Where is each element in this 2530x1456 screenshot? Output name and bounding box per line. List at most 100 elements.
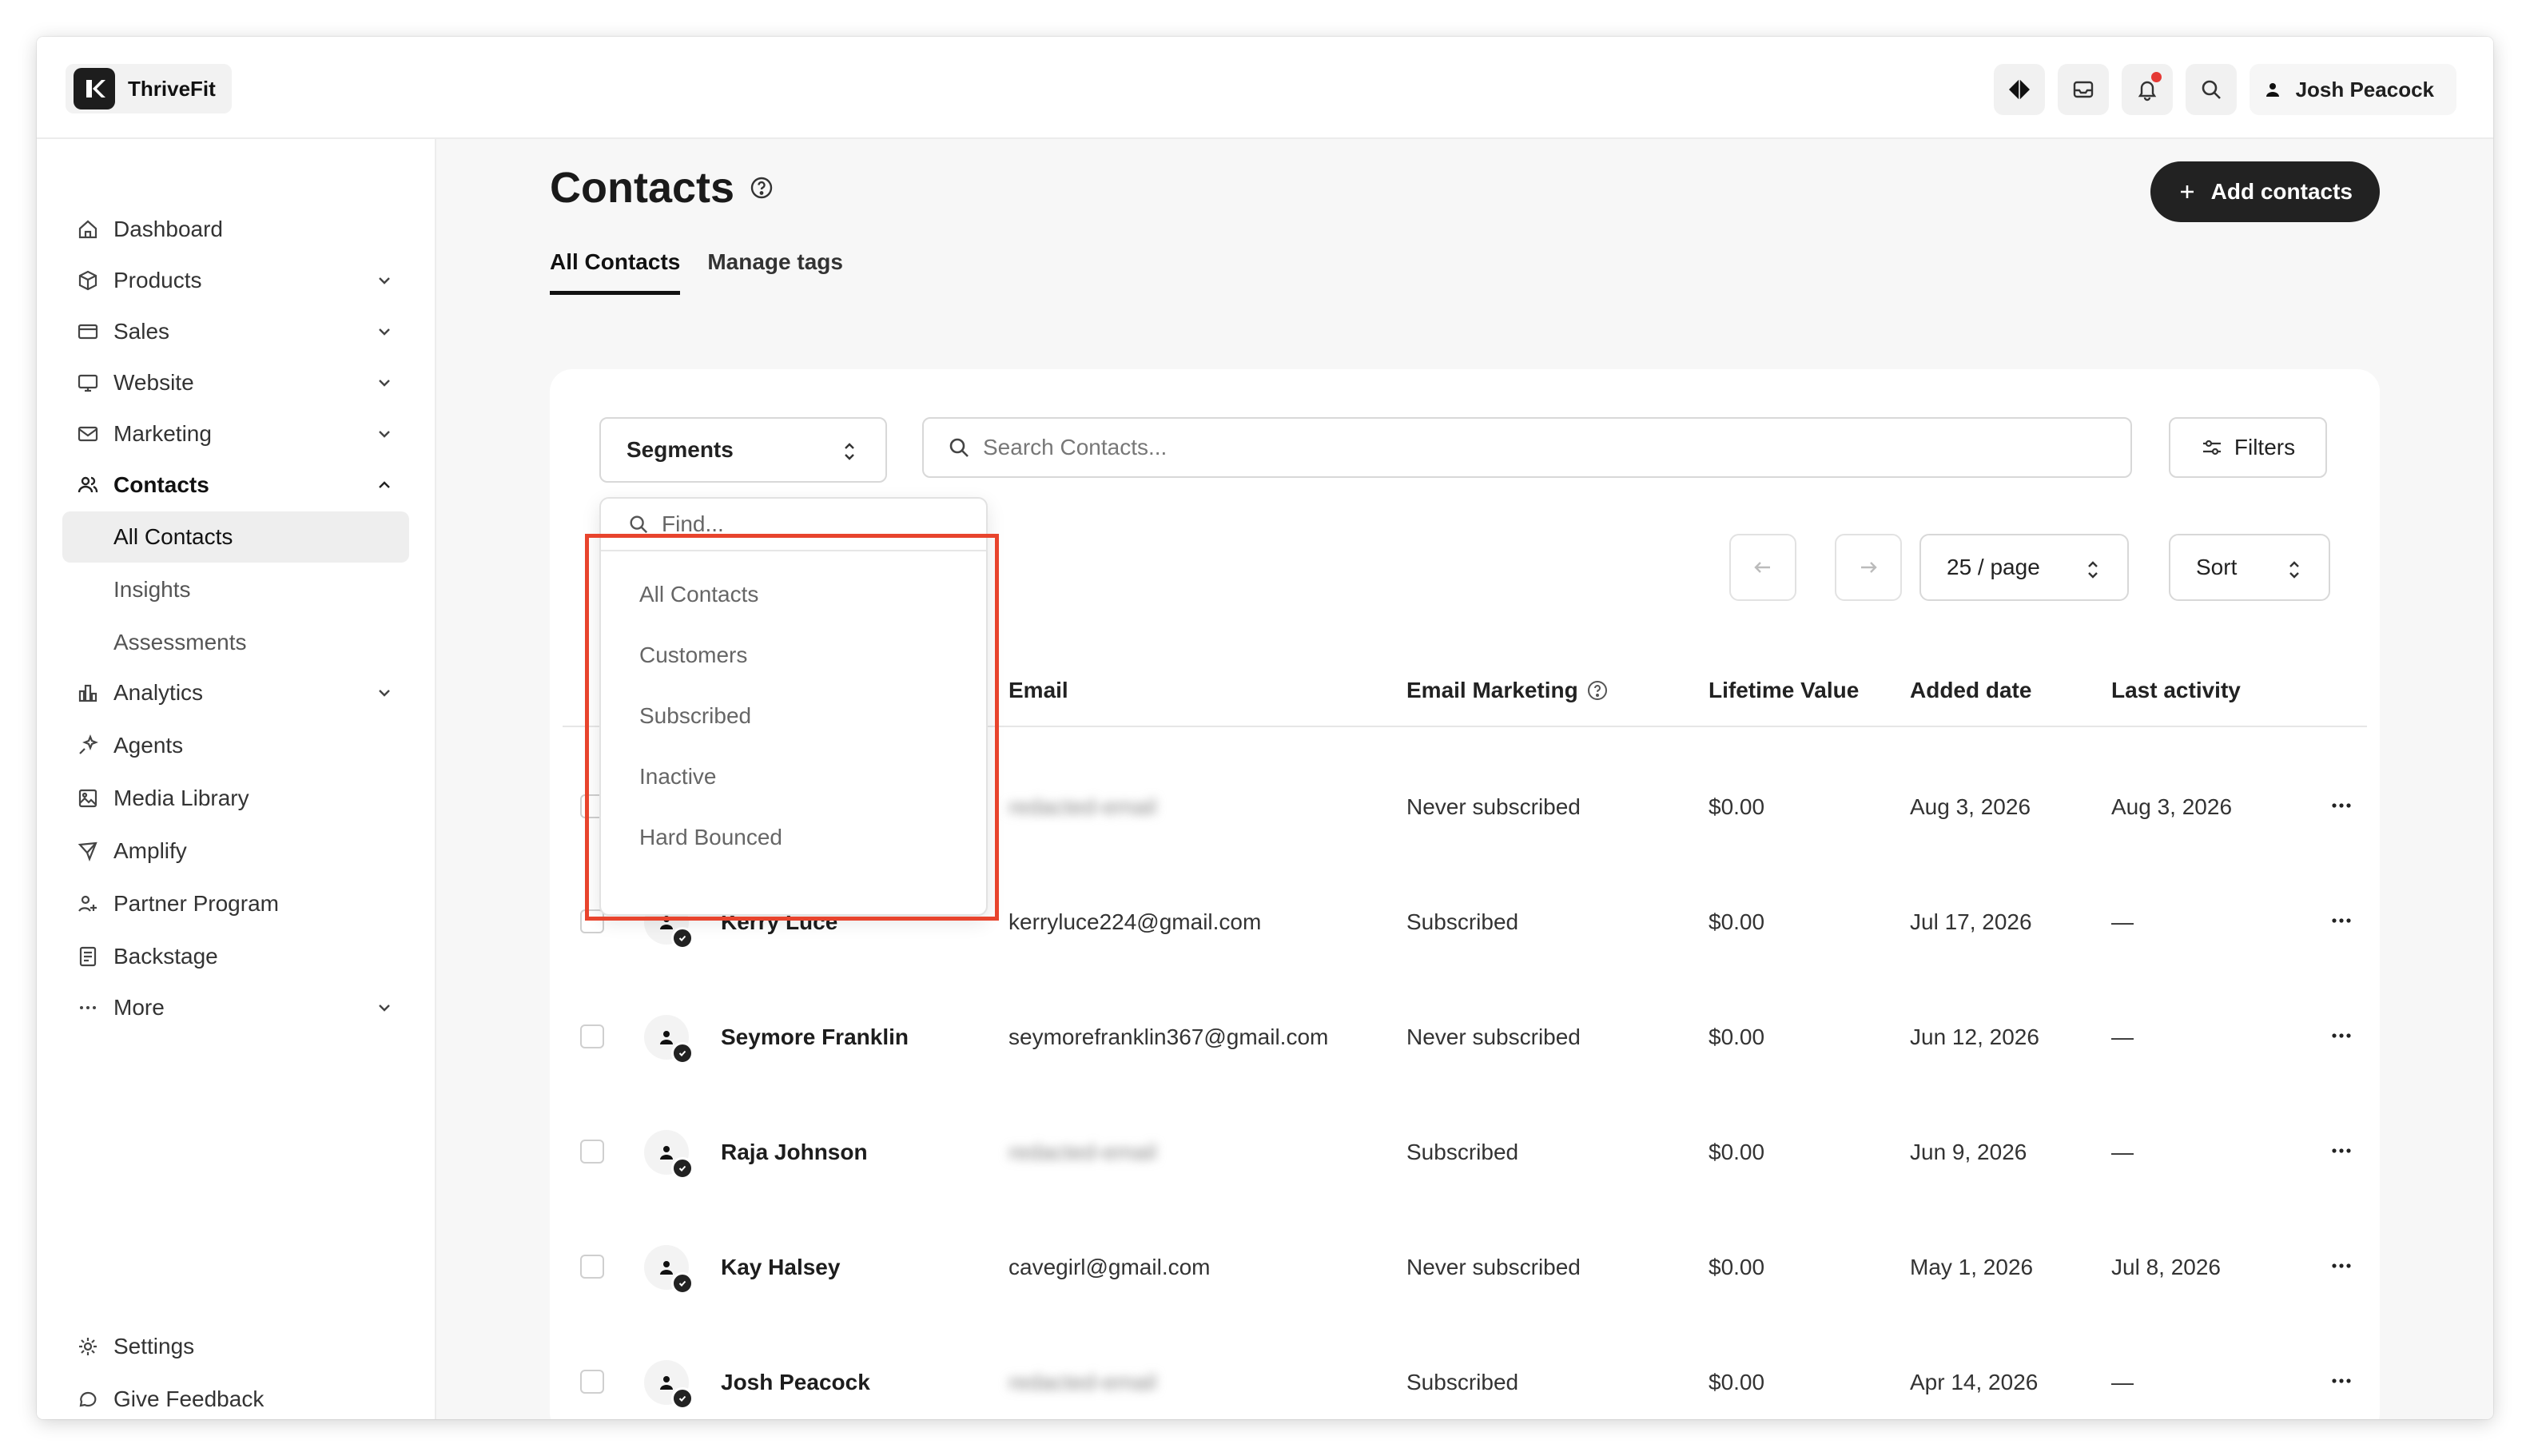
sidebar-item-label: More [113,995,165,1020]
last-activity: — [2111,1370,2134,1394]
sidebar-item-agents[interactable]: Agents [62,721,409,770]
search-button[interactable] [2185,64,2237,115]
bar-chart-icon [78,684,97,702]
tab-all-contacts[interactable]: All Contacts [550,249,681,295]
segment-option-hard-bounced[interactable]: Hard Bounced [639,825,782,850]
column-header-lifetime-value[interactable]: Lifetime Value [1709,678,1859,703]
help-icon[interactable] [749,175,774,201]
more-options-icon[interactable] [2329,1253,2354,1279]
email-marketing-status: Never subscribed [1406,1024,1581,1049]
more-options-icon[interactable] [2329,1138,2354,1164]
contact-name[interactable]: Josh Peacock [721,1325,870,1419]
segment-option-inactive[interactable]: Inactive [639,764,717,790]
last-activity: — [2111,909,2134,934]
previous-page-button[interactable] [1729,534,1796,601]
row-checkbox[interactable] [580,1024,604,1048]
tab-manage-tags[interactable]: Manage tags [707,249,843,295]
notifications-button[interactable] [2121,64,2173,115]
sidebar-item-more[interactable]: More [62,983,409,1032]
inbox-icon [2073,81,2093,98]
email-marketing-status: Never subscribed [1406,794,1581,819]
chevron-down-icon [379,690,390,697]
table-row[interactable]: Kay Halsey cavegirl@gmail.com Never subscr… [550,1210,2380,1325]
segment-option-customers[interactable]: Customers [639,642,747,668]
sidebar-item-analytics[interactable]: Analytics [62,668,409,718]
brand-switcher[interactable]: ThriveFit [66,64,232,113]
diamond-icon [2008,79,2030,100]
contact-name[interactable]: Seymore Franklin [721,980,909,1095]
more-options-icon[interactable] [2329,908,2354,933]
sidebar-item-dashboard[interactable]: Dashboard [62,205,409,254]
column-header-last-activity[interactable]: Last activity [2111,678,2241,703]
more-options-icon[interactable] [2329,1368,2354,1394]
sidebar-item-settings[interactable]: Settings [62,1322,409,1371]
sidebar-item-amplify[interactable]: Amplify [62,826,409,876]
sidebar-item-marketing[interactable]: Marketing [62,409,409,459]
add-contacts-label: Add contacts [2210,179,2353,204]
sidebar-item-backstage[interactable]: Backstage [62,932,409,981]
contact-name[interactable]: Kay Halsey [721,1210,840,1325]
segment-option-subscribed[interactable]: Subscribed [639,703,751,729]
row-checkbox[interactable] [580,1255,604,1279]
sidebar-item-media-library[interactable]: Media Library [62,774,409,823]
arrow-left-icon [1754,562,1770,573]
mail-icon [78,426,98,442]
next-page-button[interactable] [1835,534,1902,601]
sidebar-footer-label: Give Feedback [113,1386,265,1411]
sidebar-item-partner-program[interactable]: Partner Program [62,879,409,929]
segment-option-all-contacts[interactable]: All Contacts [639,582,758,607]
segment-find-field[interactable]: Find... [601,499,986,551]
per-page-select[interactable]: 25 / page [1919,534,2129,601]
avatar [644,1360,694,1410]
sidebar-item-contacts[interactable]: Contacts [62,460,409,510]
contact-email: kerryluce224@gmail.com [1008,909,1262,934]
sort-select[interactable]: Sort [2169,534,2330,601]
table-row[interactable]: Josh Peacock redacted-email Subscribed $0.0… [550,1325,2380,1419]
add-contacts-button[interactable]: Add contacts [2150,161,2380,222]
more-options-icon[interactable] [2329,1023,2354,1048]
segments-label: Segments [627,437,734,462]
search-input[interactable]: Search Contacts... [983,435,1167,460]
user-menu[interactable]: Josh Peacock [2249,64,2456,115]
column-header-email-marketing[interactable]: Email Marketing [1406,678,1609,703]
sidebar-item-label: Contacts [113,472,209,497]
contact-name[interactable]: Raja Johnson [721,1095,868,1210]
segments-select[interactable]: Segments [599,417,887,483]
contact-email: cavegirl@gmail.com [1008,1255,1211,1279]
top-actions: Josh Peacock [1993,64,2456,115]
main-content: Contacts Add contacts All Contacts Manag… [436,139,2493,1419]
chevron-updown-icon [845,443,854,460]
added-date: Jun 9, 2026 [1910,1140,2027,1164]
chevron-updown-icon [2289,561,2299,579]
table-row[interactable]: Seymore Franklin seymorefranklin367@gmail… [550,980,2380,1095]
row-checkbox[interactable] [580,1370,604,1394]
sort-label: Sort [2196,555,2238,579]
notification-dot [2150,72,2162,82]
sidebar-item-label: Dashboard [113,217,223,241]
search-bar[interactable]: Search Contacts... [922,417,2132,478]
filters-button[interactable]: Filters [2169,417,2327,478]
column-header-email[interactable]: Email [1008,678,1068,703]
segment-find-input[interactable]: Find... [662,511,724,537]
email-marketing-status: Subscribed [1406,1370,1519,1394]
page-title: Contacts [550,163,774,213]
sidebar-item-give-feedback[interactable]: Give Feedback [62,1374,409,1419]
more-options-icon[interactable] [2329,793,2354,818]
sidebar-item-sales[interactable]: Sales [62,307,409,356]
row-checkbox[interactable] [580,1140,604,1164]
verified-badge-icon [671,1272,694,1295]
sidebar-item-assessments[interactable]: Assessments [62,617,409,668]
help-icon[interactable] [1586,679,1609,702]
sidebar-item-products[interactable]: Products [62,256,409,305]
column-header-added-date[interactable]: Added date [1910,678,2031,703]
inbox-button[interactable] [2057,64,2109,115]
sidebar-item-insights[interactable]: Insights [62,564,409,615]
row-checkbox[interactable] [580,909,604,933]
diamond-button[interactable] [1993,64,2045,115]
table-row[interactable]: Raja Johnson redacted-email Subscribed $0.0… [550,1095,2380,1210]
filters-label: Filters [2234,435,2296,459]
user-icon [660,1376,673,1390]
avatar [644,1015,694,1064]
sidebar-item-website[interactable]: Website [62,358,409,408]
sidebar-item-all-contacts[interactable]: All Contacts [62,511,409,563]
